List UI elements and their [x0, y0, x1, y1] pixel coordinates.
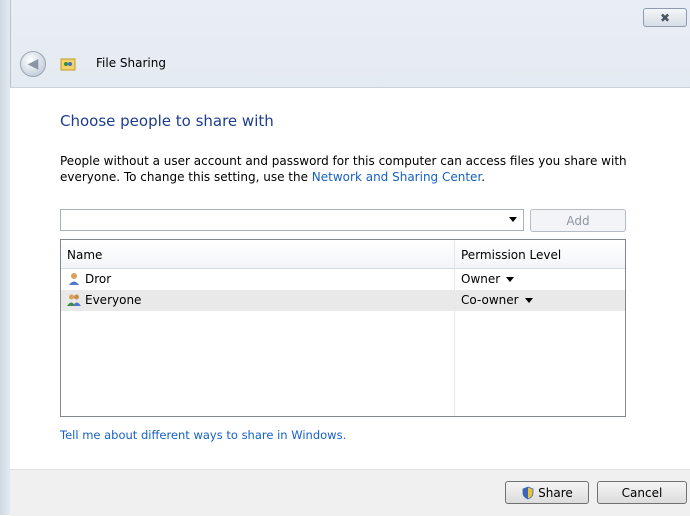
permission-dropdown[interactable]: Co-owner — [461, 293, 533, 307]
sharing-description: People without a user account and passwo… — [60, 153, 685, 185]
chevron-down-icon[interactable] — [524, 298, 533, 303]
list-item-name: Everyone — [85, 293, 142, 307]
list-header: Name Permission Level — [61, 240, 625, 269]
group-icon — [67, 294, 81, 306]
file-sharing-icon — [60, 58, 76, 71]
dialog-footer: Share Cancel — [10, 469, 690, 516]
close-button[interactable]: ✖ — [643, 8, 687, 27]
share-label: Share — [538, 485, 573, 500]
content-area: Choose people to share with People witho… — [10, 87, 690, 470]
list-item-name: Dror — [85, 272, 112, 286]
add-button[interactable]: Add — [530, 209, 626, 232]
back-arrow-icon: ◀ — [27, 56, 39, 72]
permission-value: Owner — [461, 272, 501, 286]
window-title: File Sharing — [96, 56, 166, 70]
share-button[interactable]: Share — [505, 481, 589, 504]
user-icon — [69, 273, 79, 285]
list-item-dror[interactable]: Dror Owner — [61, 269, 625, 290]
close-icon: ✖ — [659, 10, 671, 25]
help-link[interactable]: Tell me about different ways to share in… — [60, 428, 346, 442]
list-item-everyone[interactable]: Everyone Co-owner — [61, 290, 625, 311]
column-divider — [454, 240, 455, 416]
chevron-down-icon[interactable] — [506, 277, 515, 282]
cancel-button[interactable]: Cancel — [597, 481, 687, 504]
back-button[interactable]: ◀ — [20, 51, 46, 77]
permission-dropdown[interactable]: Owner — [461, 272, 515, 286]
people-combobox[interactable] — [60, 209, 524, 231]
column-header-permission[interactable]: Permission Level — [461, 248, 561, 262]
network-sharing-center-link[interactable]: Network and Sharing Center — [312, 170, 481, 184]
page-title: Choose people to share with — [60, 112, 274, 130]
column-header-name[interactable]: Name — [67, 248, 102, 262]
navigation-bar: ◀ File Sharing — [10, 42, 690, 87]
description-end: . — [481, 170, 486, 184]
people-list[interactable]: Name Permission Level Dror Owner Everyon… — [60, 239, 626, 417]
permission-value: Co-owner — [461, 293, 519, 307]
uac-shield-icon — [522, 486, 534, 499]
dropdown-arrow-icon[interactable] — [509, 217, 517, 222]
